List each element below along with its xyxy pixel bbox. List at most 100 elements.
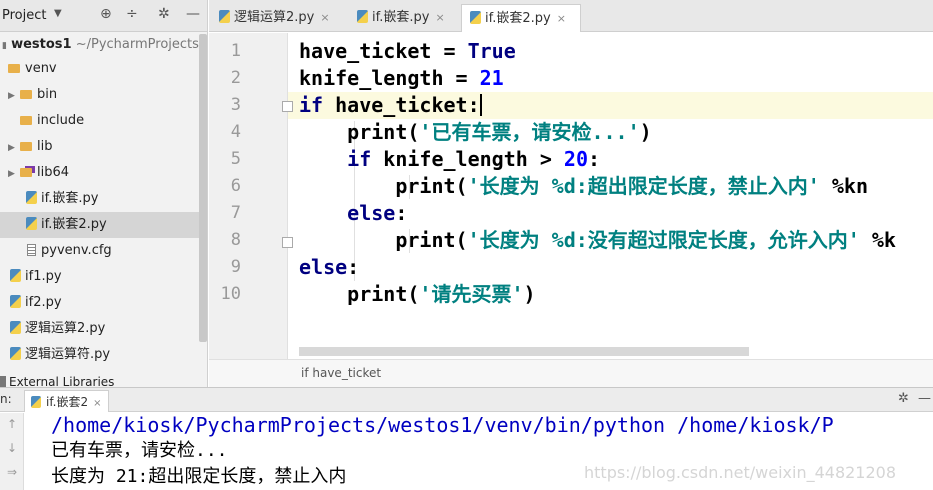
python-file-icon (10, 321, 21, 334)
folder-icon (8, 64, 20, 73)
tree-item-label: if.嵌套2.py (41, 217, 107, 232)
code-line[interactable]: if have_ticket: (299, 92, 482, 119)
python-file-icon (219, 10, 230, 23)
close-icon[interactable]: × (320, 11, 329, 24)
breadcrumb-item[interactable]: if have_ticket (301, 366, 381, 380)
arrow-down-icon[interactable]: ↓ (7, 441, 17, 455)
code-text: %k (859, 228, 896, 252)
code-text: print( (299, 174, 468, 198)
code-line[interactable]: else: (299, 200, 407, 227)
watermark: https://blog.csdn.net/weixin_44821208 (584, 463, 897, 482)
project-root-icon: ▮ (2, 41, 7, 51)
close-icon[interactable]: × (557, 12, 566, 25)
code-editor[interactable]: 1 2 3 4 5 6 7 8 9 10 have_ticket = True knife_leng… (209, 33, 933, 359)
tree-item-lib[interactable]: ▶ lib (8, 134, 52, 160)
code-line[interactable]: have_ticket = True (299, 38, 516, 65)
tree-item-logic2-py[interactable]: 逻辑运算2.py (10, 316, 105, 342)
gear-icon[interactable]: ✲ (158, 6, 170, 22)
line-number: 8 (230, 230, 241, 250)
line-number: 7 (230, 203, 241, 223)
breadcrumb[interactable]: if have_ticket (209, 359, 933, 387)
minimize-icon[interactable]: — (918, 391, 931, 406)
project-panel: Project ▼ ⊕ ÷ ✲ — ▮ westos1 ~/PycharmPro… (0, 0, 208, 388)
project-path: ~/PycharmProjects/w (75, 37, 208, 52)
tree-item-if-nested2-py[interactable]: if.嵌套2.py (0, 212, 207, 238)
python-file-icon (470, 11, 481, 24)
expand-arrow-icon[interactable]: ▶ (8, 161, 20, 187)
tree-item-venv[interactable]: venv (8, 56, 57, 82)
wrap-icon[interactable]: ⇒ (7, 465, 17, 479)
code-text: ) (639, 120, 652, 144)
code-number: 21 (479, 66, 504, 90)
config-file-icon (27, 244, 36, 256)
run-panel-label: n: (0, 392, 12, 406)
project-panel-header: Project ▼ ⊕ ÷ ✲ — (0, 0, 207, 32)
python-file-icon (357, 10, 368, 23)
code-line[interactable]: print('请先买票') (299, 281, 535, 308)
run-tab-label: if.嵌套2 (46, 395, 89, 409)
python-file-icon (26, 217, 37, 230)
minimize-icon[interactable]: — (186, 6, 200, 22)
tree-item-label: if1.py (25, 269, 62, 284)
tree-item-lib64[interactable]: ▶ lib64 (8, 160, 69, 186)
tree-item-label: westos1 (11, 37, 72, 52)
code-line[interactable]: else: (299, 254, 359, 281)
code-number: 20 (563, 147, 589, 171)
tab-label: 逻辑运算2.py (234, 10, 315, 25)
code-keyword: else (347, 201, 396, 225)
line-number: 9 (230, 257, 241, 277)
python-file-icon (10, 347, 21, 360)
tab-logic2-py[interactable]: 逻辑运算2.py × (211, 4, 330, 32)
code-line[interactable]: if knife_length > 20: (299, 146, 600, 173)
code-text: print( (299, 120, 420, 144)
tree-item-include[interactable]: include (20, 108, 84, 134)
code-line[interactable]: knife_length = 21 (299, 65, 504, 92)
code-text: : (588, 147, 601, 171)
line-number: 4 (230, 122, 241, 142)
folder-icon (20, 90, 32, 99)
project-view-selector[interactable]: Project (2, 8, 46, 23)
tree-item-label: 逻辑运算符.py (25, 347, 111, 362)
tree-item-label: venv (25, 61, 57, 76)
tab-if-nested-py[interactable]: if.嵌套.py × (349, 4, 445, 32)
fold-marker-icon[interactable] (282, 101, 293, 112)
tree-item-bin[interactable]: ▶ bin (8, 82, 57, 108)
collapse-icon[interactable]: ÷ (126, 6, 138, 22)
close-icon[interactable]: × (435, 11, 444, 24)
arrow-up-icon[interactable]: ↑ (7, 417, 17, 431)
gutter-separator (287, 33, 288, 359)
python-file-icon (26, 191, 37, 204)
sidebar-scrollbar[interactable] (199, 34, 207, 342)
python-file-icon (10, 269, 21, 282)
code-line[interactable]: print('已有车票，请安检...') (299, 119, 652, 146)
tree-item-pyvenv-cfg[interactable]: pyvenv.cfg (27, 238, 112, 264)
tree-item-westos1[interactable]: ▮ westos1 ~/PycharmProjects/w (2, 32, 208, 58)
code-text: : (395, 201, 408, 225)
expand-arrow-icon[interactable]: ▶ (8, 83, 20, 109)
tree-item-if1-py[interactable]: if1.py (10, 264, 62, 290)
fold-marker-icon[interactable] (282, 237, 293, 248)
code-keyword: if (299, 93, 324, 117)
horizontal-scrollbar[interactable] (299, 347, 749, 356)
target-icon[interactable]: ⊕ (100, 6, 112, 22)
code-text: knife_length = (299, 66, 480, 90)
tree-item-label: if2.py (25, 295, 62, 310)
folder-icon (20, 142, 32, 151)
tree-item-logic-operators-py[interactable]: 逻辑运算符.py (10, 342, 110, 368)
code-line[interactable]: print('长度为 %d:超出限定长度，禁止入内' %kn (299, 173, 868, 200)
tab-label: if.嵌套.py (372, 10, 430, 25)
code-keyword: else (299, 255, 348, 279)
tree-item-label: if.嵌套.py (41, 191, 99, 206)
close-icon[interactable]: × (93, 398, 101, 409)
run-tab-if-nested2[interactable]: if.嵌套2 × (24, 390, 109, 412)
expand-arrow-icon[interactable]: ▶ (8, 135, 20, 161)
tab-if-nested2-py[interactable]: if.嵌套2.py × (461, 4, 581, 32)
gear-icon[interactable]: ✲ (898, 391, 909, 406)
tree-item-if2-py[interactable]: if2.py (10, 290, 62, 316)
chevron-down-icon[interactable]: ▼ (54, 8, 62, 19)
editor-tab-bar: 逻辑运算2.py × if.嵌套.py × if.嵌套2.py × (209, 0, 933, 32)
tree-item-if-nested-py[interactable]: if.嵌套.py (26, 186, 98, 212)
code-line[interactable]: print('长度为 %d:没有超过限定长度，允许入内' %k (299, 227, 896, 254)
run-panel: n: if.嵌套2 × ✲ — ↑ ↓ ⇒ /home/kiosk/Pycharm… (0, 387, 933, 490)
